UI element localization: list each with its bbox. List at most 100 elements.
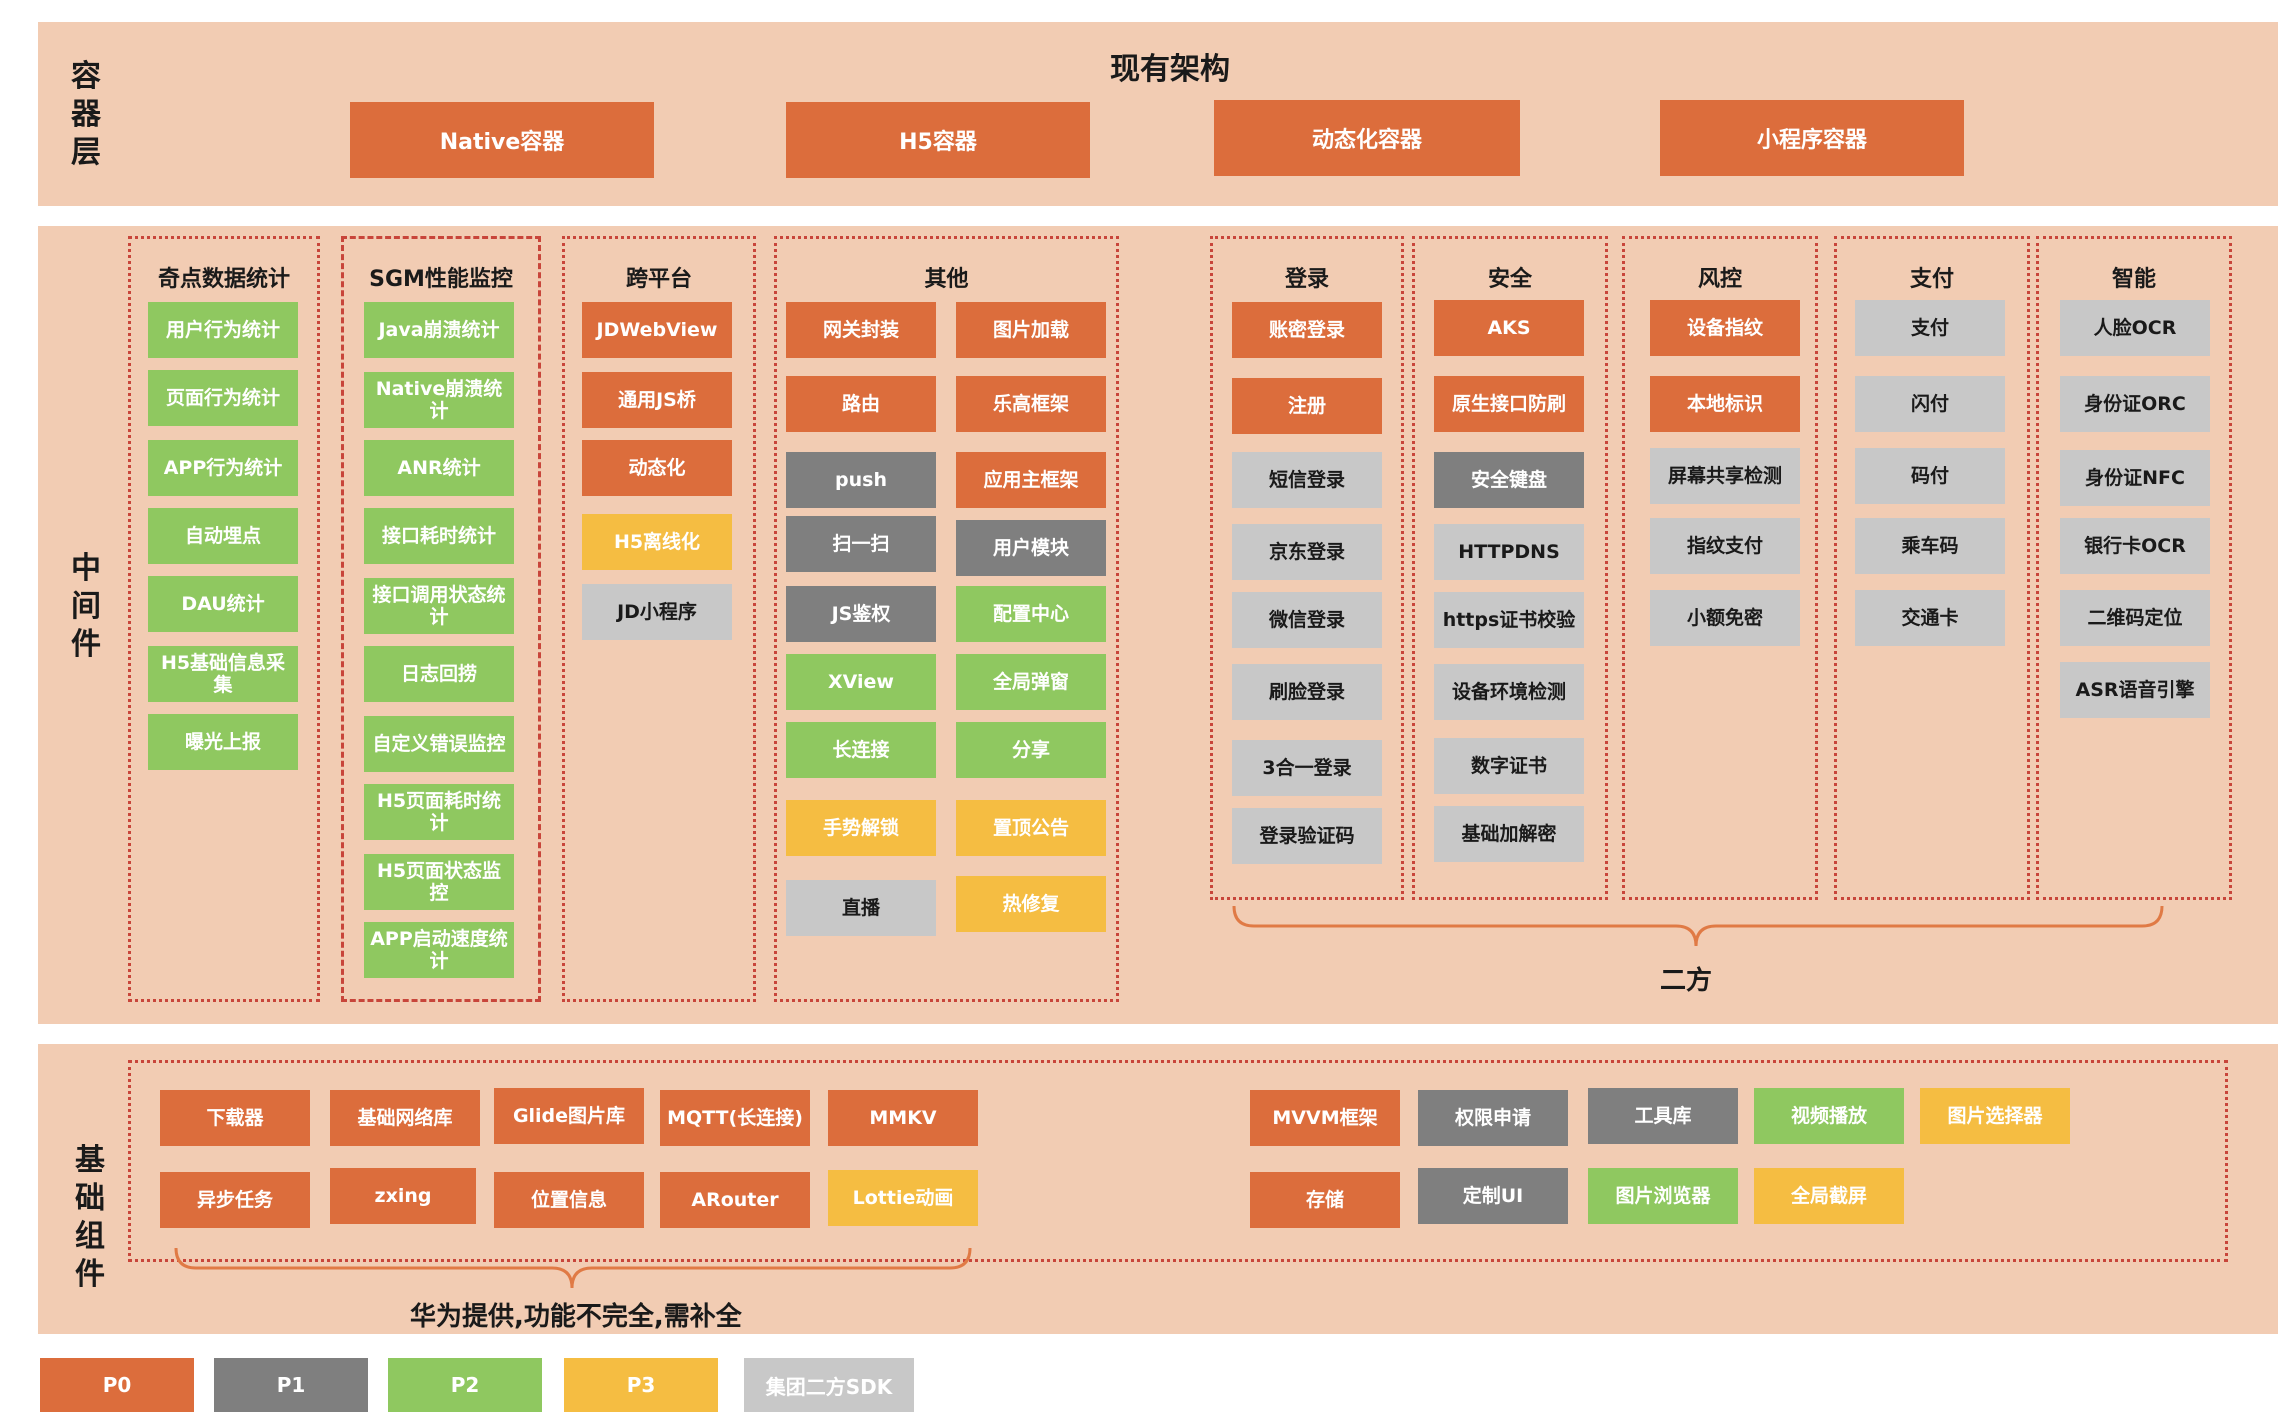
huawei-brace	[174, 1247, 972, 1289]
module-box: https证书校验	[1434, 592, 1584, 648]
module-box: 身份证NFC	[2060, 450, 2210, 506]
module-box: 曝光上报	[148, 714, 298, 770]
module-box: 手势解锁	[786, 800, 936, 856]
module-box: 通用JS桥	[582, 372, 732, 428]
module-box: 自动埋点	[148, 508, 298, 564]
module-box: 热修复	[956, 876, 1106, 932]
module-box: 图片加载	[956, 302, 1106, 358]
base-component-box: 定制UI	[1418, 1168, 1568, 1224]
module-box: Native崩溃统计	[364, 372, 514, 428]
second-party-label: 二方	[1660, 966, 1713, 996]
module-box: JD小程序	[582, 584, 732, 640]
module-box: APP启动速度统计	[364, 922, 514, 978]
container-native: Native容器	[350, 102, 654, 178]
base-component-box: 视频播放	[1754, 1088, 1904, 1144]
module-box: 分享	[956, 722, 1106, 778]
module-box: 设备指纹	[1650, 300, 1800, 356]
container-h5: H5容器	[786, 102, 1090, 178]
middleware-layer-label: 中 间 件	[71, 551, 101, 662]
module-box: H5离线化	[582, 514, 732, 570]
module-box: 交通卡	[1855, 590, 2005, 646]
module-box: 闪付	[1855, 376, 2005, 432]
base-component-box: MMKV	[828, 1090, 978, 1146]
legend-item-p3: P3	[564, 1358, 718, 1412]
module-box: 直播	[786, 880, 936, 936]
module-box: 账密登录	[1232, 302, 1382, 358]
module-box: DAU统计	[148, 576, 298, 632]
base-component-box: 权限申请	[1418, 1090, 1568, 1146]
module-box: 网关封装	[786, 302, 936, 358]
base-component-box: 图片选择器	[1920, 1088, 2070, 1144]
module-box: 本地标识	[1650, 376, 1800, 432]
module-box: 京东登录	[1232, 524, 1382, 580]
module-box: 设备环境检测	[1434, 664, 1584, 720]
module-box: 注册	[1232, 378, 1382, 434]
column-title: 智能	[2111, 267, 2156, 292]
column-title: 登录	[1284, 267, 1329, 292]
module-box: 动态化	[582, 440, 732, 496]
module-box: Java崩溃统计	[364, 302, 514, 358]
module-box: HTTPDNS	[1434, 524, 1584, 580]
module-box: 支付	[1855, 300, 2005, 356]
container-layer-label: 容 器 层	[71, 59, 101, 170]
module-box: 银行卡OCR	[2060, 518, 2210, 574]
module-box: 乘车码	[1855, 518, 2005, 574]
module-box: 微信登录	[1232, 592, 1382, 648]
page-title: 现有架构	[1110, 52, 1230, 87]
column-title: 奇点数据统计	[157, 267, 290, 292]
module-box: 屏幕共享检测	[1650, 448, 1800, 504]
module-box: 接口耗时统计	[364, 508, 514, 564]
base-component-box: 异步任务	[160, 1172, 310, 1228]
module-box: 3合一登录	[1232, 740, 1382, 796]
module-box: 码付	[1855, 448, 2005, 504]
module-box: 接口调用状态统计	[364, 578, 514, 634]
base-component-box: 位置信息	[494, 1172, 644, 1228]
base-component-box: 存储	[1250, 1172, 1400, 1228]
module-box: 刷脸登录	[1232, 664, 1382, 720]
module-box: 小额免密	[1650, 590, 1800, 646]
column-title: 安全	[1487, 267, 1532, 292]
module-box: ASR语音引擎	[2060, 662, 2210, 718]
base-component-box: 图片浏览器	[1588, 1168, 1738, 1224]
module-box: 页面行为统计	[148, 370, 298, 426]
module-box: ANR统计	[364, 440, 514, 496]
base-component-box: Lottie动画	[828, 1170, 978, 1226]
base-layer-label: 基 础 组 件	[75, 1143, 105, 1292]
module-box: JDWebView	[582, 302, 732, 358]
module-box: 扫一扫	[786, 516, 936, 572]
base-component-box: 基础网络库	[330, 1090, 480, 1146]
column-title: 跨平台	[625, 267, 692, 292]
module-box: 人脸OCR	[2060, 300, 2210, 356]
second-party-brace	[1232, 905, 2164, 947]
module-box: 乐高框架	[956, 376, 1106, 432]
column-title: 支付	[1909, 267, 1954, 292]
base-component-box: MQTT(长连接)	[660, 1090, 810, 1146]
module-box: 安全键盘	[1434, 452, 1584, 508]
module-box: APP行为统计	[148, 440, 298, 496]
legend-item-p2: P2	[388, 1358, 542, 1412]
module-box: 自定义错误监控	[364, 716, 514, 772]
module-box: 数字证书	[1434, 738, 1584, 794]
module-box: 原生接口防刷	[1434, 376, 1584, 432]
base-component-box: 下载器	[160, 1090, 310, 1146]
module-box: 路由	[786, 376, 936, 432]
module-box: 置顶公告	[956, 800, 1106, 856]
column-title: SGM性能监控	[369, 267, 513, 292]
module-box: XView	[786, 654, 936, 710]
module-box: H5基础信息采集	[148, 646, 298, 702]
legend-item-p1: P1	[214, 1358, 368, 1412]
module-box: 指纹支付	[1650, 518, 1800, 574]
container-dynamic: 动态化容器	[1214, 100, 1520, 176]
module-box: 应用主框架	[956, 452, 1106, 508]
base-component-box: Glide图片库	[494, 1088, 644, 1144]
module-box: H5页面耗时统计	[364, 784, 514, 840]
module-box: 日志回捞	[364, 646, 514, 702]
column-title: 风控	[1697, 267, 1742, 292]
module-box: 配置中心	[956, 586, 1106, 642]
base-component-box: MVVM框架	[1250, 1090, 1400, 1146]
module-box: push	[786, 452, 936, 508]
module-box: JS鉴权	[786, 586, 936, 642]
module-box: 短信登录	[1232, 452, 1382, 508]
module-box: 身份证ORC	[2060, 376, 2210, 432]
column-title: 其他	[924, 267, 969, 292]
